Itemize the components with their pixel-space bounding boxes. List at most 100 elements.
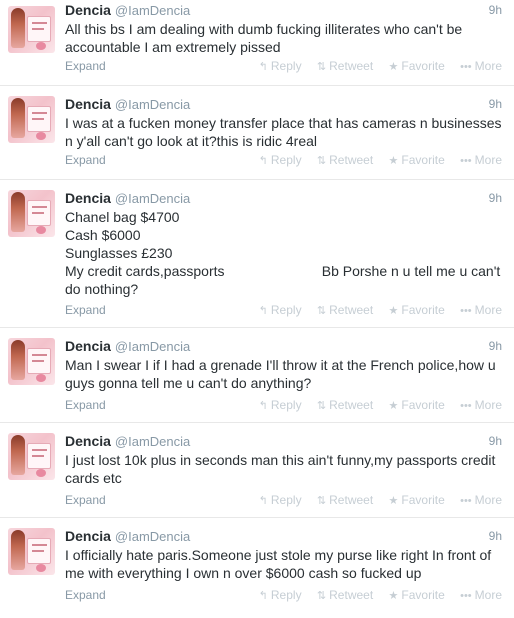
reply-button[interactable]: ↰ Reply xyxy=(259,302,302,319)
retweet-button[interactable]: ⇅ Retweet xyxy=(317,58,373,75)
tweet[interactable]: Dencia @IamDencia 9h Man I swear I if I h… xyxy=(0,328,514,423)
user-handle[interactable]: @IamDencia xyxy=(115,3,190,18)
reply-button[interactable]: ↰ Reply xyxy=(259,492,302,509)
expand-link[interactable]: Expand xyxy=(65,152,106,168)
retweet-label: Retweet xyxy=(329,303,374,317)
reply-label: Reply xyxy=(270,398,302,412)
avatar[interactable] xyxy=(8,190,55,237)
avatar[interactable] xyxy=(8,433,55,480)
more-label: More xyxy=(474,398,502,412)
favorite-button[interactable]: ★ Favorite xyxy=(389,152,445,169)
user-handle[interactable]: @IamDencia xyxy=(115,529,190,544)
tweet-header: Dencia @IamDencia 9h xyxy=(65,1,502,19)
tweet[interactable]: Dencia @IamDencia 9h I officially hate pa… xyxy=(0,518,514,618)
expand-link[interactable]: Expand xyxy=(65,58,106,74)
avatar[interactable] xyxy=(8,6,55,53)
user-name[interactable]: Dencia xyxy=(65,433,111,449)
tweet-text: Man I swear I if I had a grenade I'll th… xyxy=(65,357,500,391)
timestamp[interactable]: 9h xyxy=(489,95,502,113)
expand-link[interactable]: Expand xyxy=(65,587,106,603)
more-label: More xyxy=(474,59,502,73)
more-dots-icon: ••• xyxy=(460,590,472,602)
reply-icon: ↰ xyxy=(258,305,268,317)
retweet-label: Retweet xyxy=(329,153,374,167)
reply-label: Reply xyxy=(270,153,302,167)
timestamp[interactable]: 9h xyxy=(489,189,502,207)
reply-label: Reply xyxy=(270,588,302,602)
expand-link[interactable]: Expand xyxy=(65,492,106,508)
star-icon: ★ xyxy=(388,305,399,317)
reply-icon: ↰ xyxy=(258,61,268,73)
favorite-label: Favorite xyxy=(401,398,445,412)
timestamp[interactable]: 9h xyxy=(489,1,502,19)
avatar[interactable] xyxy=(8,96,55,143)
reply-icon: ↰ xyxy=(258,590,268,602)
user-name[interactable]: Dencia xyxy=(65,96,111,112)
reply-button[interactable]: ↰ Reply xyxy=(259,587,302,604)
tweet[interactable]: Dencia @IamDencia 9h All this bs I am dea… xyxy=(0,0,514,86)
user-name[interactable]: Dencia xyxy=(65,190,111,206)
user-name[interactable]: Dencia xyxy=(65,338,111,354)
favorite-label: Favorite xyxy=(401,59,445,73)
more-button[interactable]: ••• More xyxy=(460,397,502,414)
more-button[interactable]: ••• More xyxy=(460,587,502,604)
retweet-icon: ⇅ xyxy=(316,305,327,317)
retweet-button[interactable]: ⇅ Retweet xyxy=(317,397,373,414)
timestamp[interactable]: 9h xyxy=(489,432,502,450)
reply-button[interactable]: ↰ Reply xyxy=(259,152,302,169)
user-handle[interactable]: @IamDencia xyxy=(115,191,190,206)
more-dots-icon: ••• xyxy=(460,305,472,317)
retweet-button[interactable]: ⇅ Retweet xyxy=(317,152,373,169)
more-label: More xyxy=(474,588,502,602)
retweet-label: Retweet xyxy=(329,398,374,412)
star-icon: ★ xyxy=(388,495,399,507)
tweet[interactable]: Dencia @IamDencia 9h Chanel bag $4700 Cas… xyxy=(0,180,514,328)
timestamp[interactable]: 9h xyxy=(489,337,502,355)
more-button[interactable]: ••• More xyxy=(460,58,502,75)
tweet-actions: Expand ↰ Reply ⇅ Retweet ★ Favorite ••• More xyxy=(65,492,502,508)
more-dots-icon: ••• xyxy=(460,495,472,507)
favorite-label: Favorite xyxy=(401,153,445,167)
tweet[interactable]: Dencia @IamDencia 9h I just lost 10k plus… xyxy=(0,423,514,518)
avatar[interactable] xyxy=(8,528,55,575)
favorite-button[interactable]: ★ Favorite xyxy=(389,302,445,319)
user-handle[interactable]: @IamDencia xyxy=(115,434,190,449)
reply-label: Reply xyxy=(270,303,302,317)
more-button[interactable]: ••• More xyxy=(460,492,502,509)
tweet-header: Dencia @IamDencia 9h xyxy=(65,95,502,113)
favorite-button[interactable]: ★ Favorite xyxy=(389,587,445,604)
timestamp[interactable]: 9h xyxy=(489,527,502,545)
user-name[interactable]: Dencia xyxy=(65,528,111,544)
tweet[interactable]: Dencia @IamDencia 9h I was at a fucken mo… xyxy=(0,86,514,180)
expand-link[interactable]: Expand xyxy=(65,302,106,318)
favorite-button[interactable]: ★ Favorite xyxy=(389,492,445,509)
more-button[interactable]: ••• More xyxy=(460,152,502,169)
star-icon: ★ xyxy=(388,590,399,602)
expand-link[interactable]: Expand xyxy=(65,397,106,413)
retweet-button[interactable]: ⇅ Retweet xyxy=(317,302,373,319)
favorite-button[interactable]: ★ Favorite xyxy=(389,58,445,75)
retweet-button[interactable]: ⇅ Retweet xyxy=(317,587,373,604)
tweet-actions: Expand ↰ Reply ⇅ Retweet ★ Favorite ••• More xyxy=(65,587,502,603)
tweet-timeline: Dencia @IamDencia 9h All this bs I am dea… xyxy=(0,0,514,618)
more-label: More xyxy=(474,153,502,167)
avatar[interactable] xyxy=(8,338,55,385)
more-button[interactable]: ••• More xyxy=(460,302,502,319)
user-handle[interactable]: @IamDencia xyxy=(115,97,190,112)
tweet-header: Dencia @IamDencia 9h xyxy=(65,189,502,207)
favorite-label: Favorite xyxy=(401,303,445,317)
tweet-header: Dencia @IamDencia 9h xyxy=(65,527,502,545)
tweet-text: I was at a fucken money transfer place t… xyxy=(65,115,506,149)
retweet-icon: ⇅ xyxy=(316,495,327,507)
tweet-text: All this bs I am dealing with dumb fucki… xyxy=(65,21,467,55)
retweet-button[interactable]: ⇅ Retweet xyxy=(317,492,373,509)
retweet-label: Retweet xyxy=(329,59,374,73)
reply-button[interactable]: ↰ Reply xyxy=(259,397,302,414)
user-name[interactable]: Dencia xyxy=(65,2,111,18)
tweet-actions: Expand ↰ Reply ⇅ Retweet ★ Favorite ••• More xyxy=(65,58,502,74)
favorite-button[interactable]: ★ Favorite xyxy=(389,397,445,414)
more-dots-icon: ••• xyxy=(460,400,472,412)
reply-button[interactable]: ↰ Reply xyxy=(259,58,302,75)
star-icon: ★ xyxy=(388,61,399,73)
user-handle[interactable]: @IamDencia xyxy=(115,339,190,354)
